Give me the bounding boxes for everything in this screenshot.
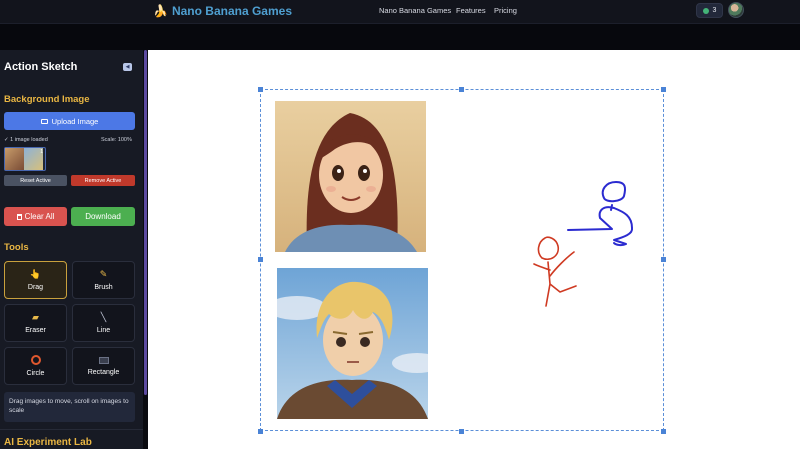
resize-handle-top-left[interactable] <box>258 87 263 92</box>
resize-handle-top-right[interactable] <box>661 87 666 92</box>
resize-handle-bottom-right[interactable] <box>661 429 666 434</box>
selection-box[interactable] <box>260 89 664 431</box>
resize-handle-left[interactable] <box>258 257 263 262</box>
resize-handle-right[interactable] <box>661 257 666 262</box>
resize-handle-bottom[interactable] <box>459 429 464 434</box>
resize-handle-top[interactable] <box>459 87 464 92</box>
resize-handle-bottom-left[interactable] <box>258 429 263 434</box>
